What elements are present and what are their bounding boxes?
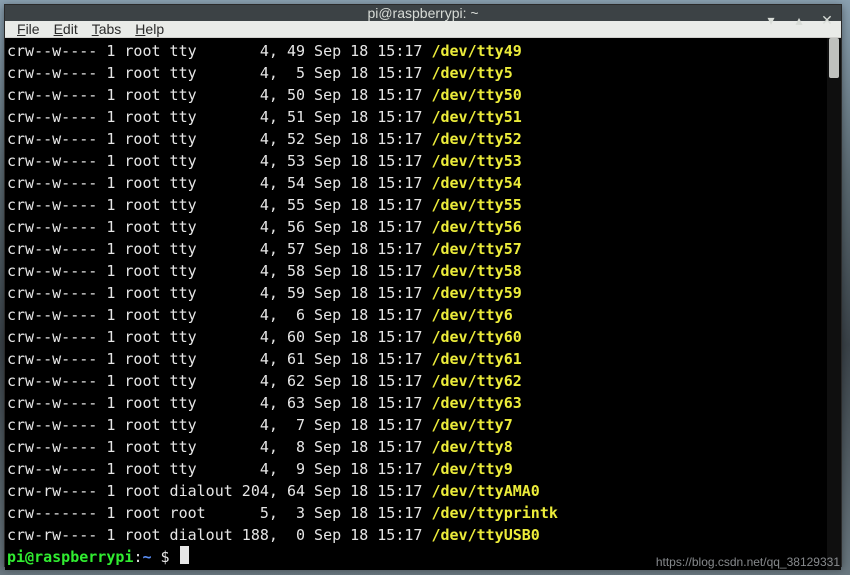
ls-row: crw--w---- 1 root tty 4, 61 Sep 18 15:17…: [7, 348, 825, 370]
menu-help[interactable]: Help: [135, 21, 164, 37]
device-path: /dev/tty53: [431, 152, 521, 170]
device-path: /dev/ttyAMA0: [431, 482, 539, 500]
device-path: /dev/tty5: [431, 64, 512, 82]
ls-row: crw--w---- 1 root tty 4, 54 Sep 18 15:17…: [7, 172, 825, 194]
ls-row: crw--w---- 1 root tty 4, 57 Sep 18 15:17…: [7, 238, 825, 260]
minimize-icon[interactable]: ▾: [763, 5, 779, 35]
ls-row: crw--w---- 1 root tty 4, 51 Sep 18 15:17…: [7, 106, 825, 128]
close-icon[interactable]: ✕: [819, 5, 835, 35]
ls-row: crw--w---- 1 root tty 4, 9 Sep 18 15:17 …: [7, 458, 825, 480]
menu-edit[interactable]: Edit: [54, 21, 78, 37]
device-path: /dev/tty56: [431, 218, 521, 236]
menubar: File Edit Tabs Help: [5, 21, 841, 38]
ls-row: crw--w---- 1 root tty 4, 58 Sep 18 15:17…: [7, 260, 825, 282]
terminal-scrollbar[interactable]: [827, 38, 841, 570]
ls-row: crw--w---- 1 root tty 4, 7 Sep 18 15:17 …: [7, 414, 825, 436]
prompt-cwd: ~: [142, 548, 151, 566]
terminal-output[interactable]: crw--w---- 1 root tty 4, 49 Sep 18 15:17…: [5, 38, 827, 570]
ls-row: crw--w---- 1 root tty 4, 52 Sep 18 15:17…: [7, 128, 825, 150]
prompt-userhost: pi@raspberrypi: [7, 548, 133, 566]
menu-file[interactable]: File: [17, 21, 40, 37]
device-path: /dev/tty58: [431, 262, 521, 280]
shell-prompt[interactable]: pi@raspberrypi:~ $: [7, 546, 825, 568]
ls-row: crw------- 1 root root 5, 3 Sep 18 15:17…: [7, 502, 825, 524]
device-path: /dev/tty60: [431, 328, 521, 346]
maximize-icon[interactable]: ▴: [791, 5, 807, 35]
device-path: /dev/tty49: [431, 42, 521, 60]
device-path: /dev/tty8: [431, 438, 512, 456]
ls-row: crw--w---- 1 root tty 4, 6 Sep 18 15:17 …: [7, 304, 825, 326]
device-path: /dev/tty62: [431, 372, 521, 390]
ls-row: crw--w---- 1 root tty 4, 60 Sep 18 15:17…: [7, 326, 825, 348]
titlebar[interactable]: pi@raspberrypi: ~ ▾ ▴ ✕: [5, 5, 841, 21]
ls-row: crw--w---- 1 root tty 4, 49 Sep 18 15:17…: [7, 40, 825, 62]
ls-row: crw--w---- 1 root tty 4, 56 Sep 18 15:17…: [7, 216, 825, 238]
ls-row: crw--w---- 1 root tty 4, 55 Sep 18 15:17…: [7, 194, 825, 216]
terminal-window: pi@raspberrypi: ~ ▾ ▴ ✕ File Edit Tabs H…: [4, 4, 842, 567]
ls-row: crw-rw---- 1 root dialout 188, 0 Sep 18 …: [7, 524, 825, 546]
cursor-icon: [180, 546, 189, 564]
ls-row: crw--w---- 1 root tty 4, 53 Sep 18 15:17…: [7, 150, 825, 172]
device-path: /dev/tty61: [431, 350, 521, 368]
prompt-symbol: $: [152, 548, 179, 566]
window-controls: ▾ ▴ ✕: [763, 5, 835, 35]
window-title: pi@raspberrypi: ~: [367, 5, 478, 21]
device-path: /dev/ttyUSB0: [431, 526, 539, 544]
terminal-wrap: crw--w---- 1 root tty 4, 49 Sep 18 15:17…: [5, 38, 841, 570]
device-path: /dev/tty50: [431, 86, 521, 104]
ls-row: crw--w---- 1 root tty 4, 63 Sep 18 15:17…: [7, 392, 825, 414]
device-path: /dev/tty54: [431, 174, 521, 192]
device-path: /dev/tty7: [431, 416, 512, 434]
device-path: /dev/tty63: [431, 394, 521, 412]
ls-row: crw--w---- 1 root tty 4, 62 Sep 18 15:17…: [7, 370, 825, 392]
device-path: /dev/tty51: [431, 108, 521, 126]
ls-row: crw--w---- 1 root tty 4, 5 Sep 18 15:17 …: [7, 62, 825, 84]
ls-row: crw--w---- 1 root tty 4, 50 Sep 18 15:17…: [7, 84, 825, 106]
menu-tabs[interactable]: Tabs: [92, 21, 122, 37]
device-path: /dev/tty59: [431, 284, 521, 302]
scrollbar-thumb[interactable]: [829, 38, 839, 78]
device-path: /dev/tty6: [431, 306, 512, 324]
device-path: /dev/tty52: [431, 130, 521, 148]
ls-row: crw--w---- 1 root tty 4, 8 Sep 18 15:17 …: [7, 436, 825, 458]
ls-row: crw-rw---- 1 root dialout 204, 64 Sep 18…: [7, 480, 825, 502]
device-path: /dev/tty57: [431, 240, 521, 258]
device-path: /dev/ttyprintk: [431, 504, 557, 522]
device-path: /dev/tty9: [431, 460, 512, 478]
device-path: /dev/tty55: [431, 196, 521, 214]
ls-row: crw--w---- 1 root tty 4, 59 Sep 18 15:17…: [7, 282, 825, 304]
